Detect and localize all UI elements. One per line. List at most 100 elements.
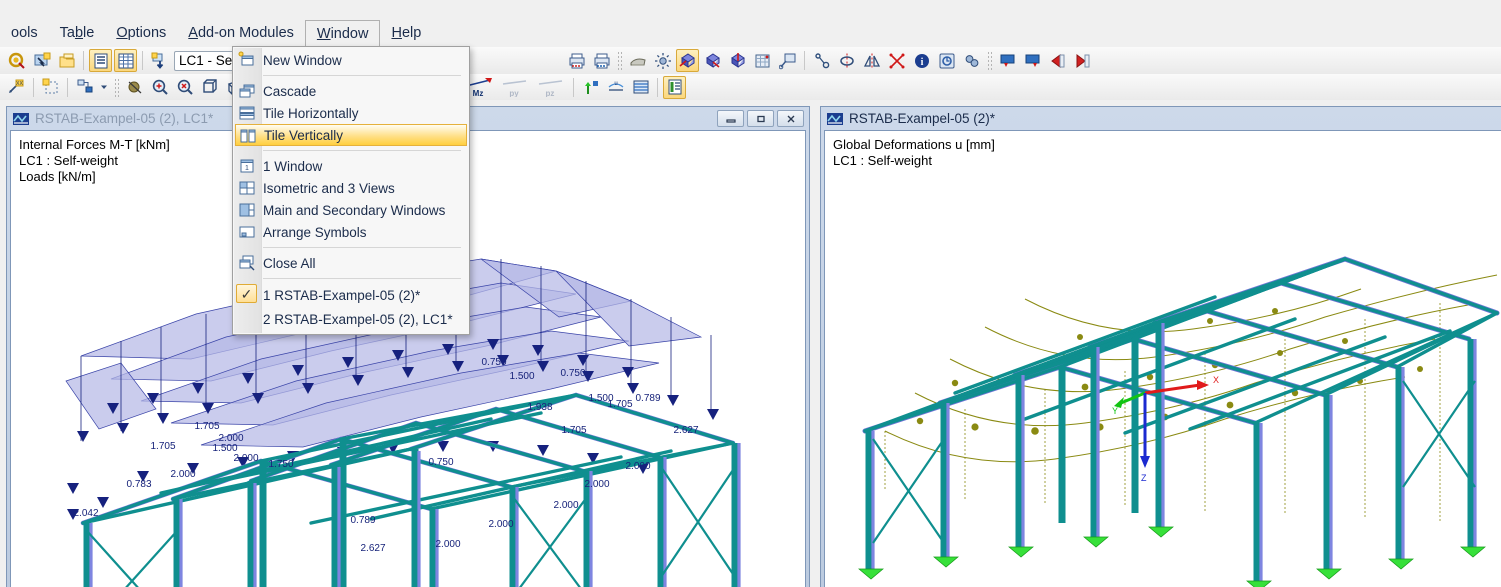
- menu-item-new-window[interactable]: New Window: [233, 49, 469, 71]
- load-label: 2.627: [673, 425, 698, 436]
- settings-view-icon[interactable]: [935, 49, 958, 72]
- menu-item-main-and-secondary-windows[interactable]: Main and Secondary Windows: [233, 199, 469, 221]
- svg-text:i: i: [920, 57, 923, 68]
- result-diagram-icon[interactable]: [776, 49, 799, 72]
- load-label: 2.000: [488, 519, 513, 530]
- caption-line-2: LC1 : Self-weight: [19, 153, 118, 168]
- display-deformations-xy-icon[interactable]: [701, 49, 724, 72]
- node-coordinates-icon[interactable]: [810, 49, 833, 72]
- deformation-diagram-icon[interactable]: u: [604, 76, 627, 99]
- print-table-icon[interactable]: [590, 49, 613, 72]
- menu-help[interactable]: Help: [380, 20, 432, 47]
- load-label: 1.705: [561, 425, 586, 436]
- right-window-titlebar[interactable]: RSTAB-Exampel-05 (2)*: [821, 107, 1501, 130]
- menu-separator: [263, 247, 461, 248]
- rstab-application-window: ools Table Options Add-on Modules Window…: [0, 0, 1501, 587]
- load-label: 2.000: [584, 479, 609, 490]
- view-box-icon[interactable]: [198, 76, 221, 99]
- axis-triad: X Y Z: [1112, 375, 1219, 483]
- printout-report-icon[interactable]: [663, 75, 686, 99]
- right-viewport[interactable]: Global Deformations u [mm] LC1 : Self-wei…: [824, 130, 1501, 587]
- menu-item-1-window[interactable]: 1 1 Window: [233, 155, 469, 177]
- rstab-logo-icon: [13, 112, 29, 126]
- menu-window[interactable]: Window: [304, 20, 381, 47]
- new-folder-icon[interactable]: [55, 49, 78, 72]
- menu-item-label: Isometric and 3 Views: [263, 180, 395, 196]
- menu-table[interactable]: Table: [49, 20, 106, 47]
- marker-red-2-icon[interactable]: [1071, 49, 1094, 72]
- menu-addon-modules[interactable]: Add-on Modules: [177, 20, 305, 47]
- rotate-view-icon[interactable]: [835, 49, 858, 72]
- object-snap-icon[interactable]: [73, 76, 96, 99]
- right-viewport-caption: Global Deformations u [mm] LC1 : Self-wei…: [833, 137, 995, 169]
- result-values-icon[interactable]: [751, 49, 774, 72]
- caption-line-1: Global Deformations u [mm]: [833, 137, 995, 152]
- lighting-icon[interactable]: [651, 49, 674, 72]
- load-label: 2.000: [218, 433, 243, 444]
- menu-item-window-2[interactable]: 2 RSTAB-Exampel-05 (2), LC1*: [233, 307, 469, 331]
- close-button[interactable]: [777, 110, 804, 127]
- isometric-and-3-views-icon: [238, 179, 256, 197]
- cross-section-icon[interactable]: [885, 49, 908, 72]
- load-label: 1.705: [607, 399, 632, 410]
- menu-tools[interactable]: ools: [0, 20, 49, 47]
- menu-item-label: Tile Vertically: [264, 127, 344, 143]
- load-label: 2.000: [625, 461, 650, 472]
- load-label: 0.789: [635, 393, 660, 404]
- menu-options[interactable]: Options: [105, 20, 177, 47]
- arrange-symbols-icon: [238, 223, 256, 241]
- marker-red-icon[interactable]: [1046, 49, 1069, 72]
- tile-horizontally-icon: [238, 104, 256, 122]
- menu-separator: [263, 75, 461, 76]
- caption-line-1: Internal Forces M-T [kNm]: [19, 137, 170, 152]
- comment-blue-2-icon[interactable]: [1021, 49, 1044, 72]
- minimize-button[interactable]: [717, 110, 744, 127]
- render-solid-icon[interactable]: [123, 76, 146, 99]
- load-label: 0.750: [481, 357, 506, 368]
- rstab-logo-icon: [827, 112, 843, 126]
- menu-item-cascade[interactable]: Cascade: [233, 80, 469, 102]
- menu-item-label: Close All: [263, 255, 316, 271]
- display-deformations-xz-icon[interactable]: [726, 49, 749, 72]
- result-table-icon[interactable]: [629, 76, 652, 99]
- load-label: 0.750: [560, 368, 585, 379]
- menu-item-tile-horizontally[interactable]: Tile Horizontally: [233, 102, 469, 124]
- result-py-icon[interactable]: py: [498, 76, 532, 99]
- menu-item-label: Tile Horizontally: [263, 105, 359, 121]
- comment-blue-icon[interactable]: [996, 49, 1019, 72]
- display-deformations-icon[interactable]: [676, 49, 699, 72]
- grid-snap-icon[interactable]: [39, 76, 62, 99]
- menu-item-window-1[interactable]: ✓ 1 RSTAB-Exampel-05 (2)*: [233, 283, 469, 307]
- mdi-window-right[interactable]: RSTAB-Exampel-05 (2)* Global Deformation…: [820, 106, 1501, 587]
- checkmark-icon: ✓: [236, 284, 257, 303]
- menu-item-label: Main and Secondary Windows: [263, 202, 446, 218]
- left-window-title: RSTAB-Exampel-05 (2), LC1*: [35, 111, 214, 126]
- print-preview-icon[interactable]: [565, 49, 588, 72]
- menu-item-isometric-and-3-views[interactable]: Isometric and 3 Views: [233, 177, 469, 199]
- menu-item-close-all[interactable]: Close All: [233, 252, 469, 274]
- mirror-view-icon[interactable]: [860, 49, 883, 72]
- menu-separator: [263, 150, 461, 151]
- load-case-import-icon[interactable]: [148, 49, 171, 72]
- snap-coordinates-icon[interactable]: XX: [5, 76, 28, 99]
- zoom-out-icon[interactable]: [173, 76, 196, 99]
- object-snap-dropdown-icon[interactable]: [98, 76, 110, 99]
- menu-item-label: New Window: [263, 52, 342, 68]
- info-icon[interactable]: i: [910, 49, 933, 72]
- result-pz-icon[interactable]: pz: [534, 76, 568, 99]
- zoom-in-icon[interactable]: [148, 76, 171, 99]
- main-secondary-windows-icon: [238, 201, 256, 219]
- regenerate-model-icon[interactable]: [5, 49, 28, 72]
- render-model-icon[interactable]: [626, 49, 649, 72]
- show-grid-table-icon[interactable]: [114, 49, 137, 72]
- menu-item-arrange-symbols[interactable]: Arrange Symbols: [233, 221, 469, 243]
- show-table-icon[interactable]: [89, 49, 112, 72]
- menu-item-tile-vertically[interactable]: Tile Vertically: [235, 124, 467, 146]
- restore-button[interactable]: [747, 110, 774, 127]
- configuration-icon[interactable]: [960, 49, 983, 72]
- right-model-3d: X Y Z: [858, 256, 1500, 587]
- select-objects-icon[interactable]: [30, 49, 53, 72]
- load-label: 0.750: [428, 457, 453, 468]
- load-label: 1.500: [509, 371, 534, 382]
- support-reactions-icon[interactable]: [579, 76, 602, 99]
